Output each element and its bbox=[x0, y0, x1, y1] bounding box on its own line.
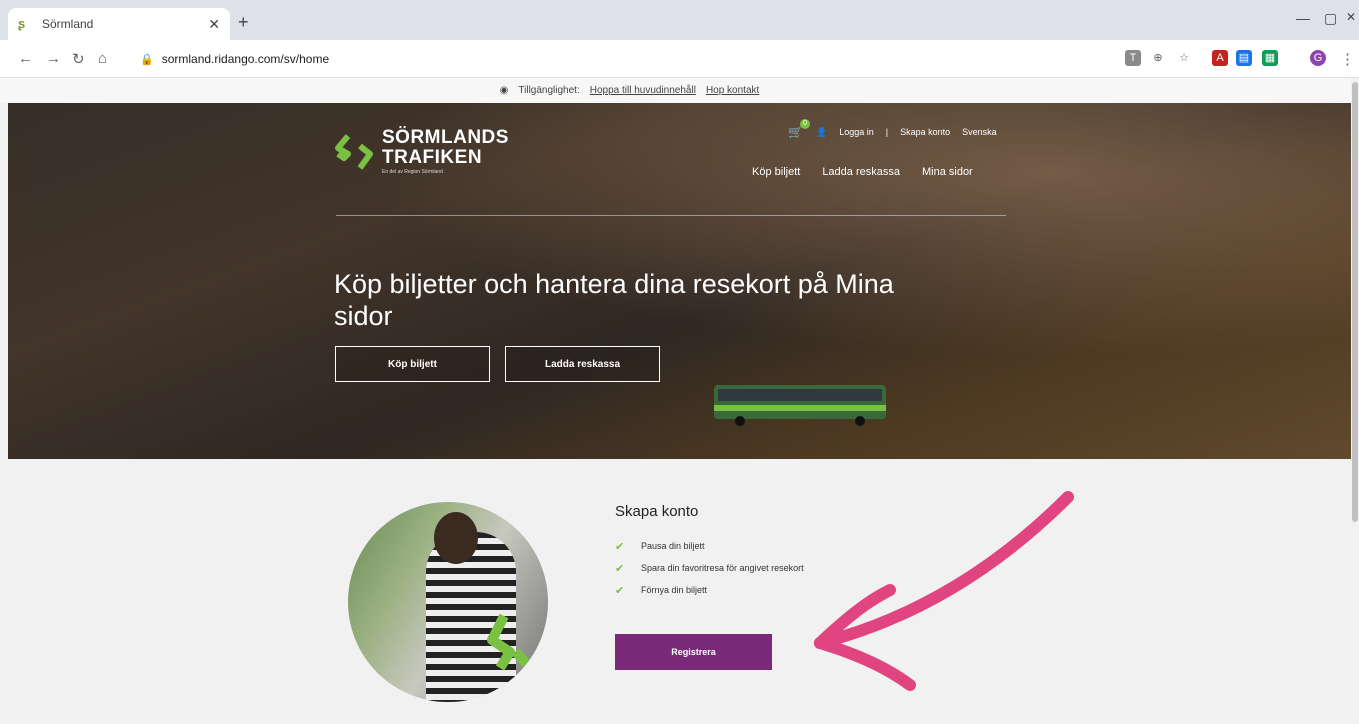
site-logo[interactable]: SÖRMLANDS TRAFIKEN En del av Region Sörm… bbox=[334, 128, 509, 176]
windows-extension-icon[interactable]: ▦ bbox=[1262, 50, 1278, 66]
address-bar[interactable]: 🔒 sormland.ridango.com/sv/home bbox=[140, 46, 1100, 72]
favicon-icon: ʂ bbox=[18, 16, 26, 31]
cart-icon[interactable]: 🛒 0 bbox=[788, 119, 810, 139]
benefit-text: Pausa din biljett bbox=[641, 541, 705, 551]
maximize-icon[interactable]: ▢ bbox=[1324, 10, 1337, 27]
tab-title: Sörmland bbox=[42, 17, 94, 31]
benefit-text: Förnya din biljett bbox=[641, 585, 708, 595]
logo-watermark-icon bbox=[487, 613, 535, 691]
close-tab-icon[interactable]: ✕ bbox=[208, 16, 220, 33]
hero-banner: SÖRMLANDS TRAFIKEN En del av Region Sörm… bbox=[8, 103, 1351, 459]
check-icon: ✔ bbox=[615, 562, 625, 575]
signup-section: Skapa konto ✔ Pausa din biljett ✔ Spara di… bbox=[8, 459, 1351, 724]
check-icon: ✔ bbox=[615, 540, 625, 553]
language-link[interactable]: Svenska bbox=[962, 127, 997, 137]
logo-mark-icon bbox=[335, 134, 373, 170]
logo-line2: TRAFIKEN bbox=[382, 147, 483, 168]
accessibility-bar: ◉ Tillgänglighet: Hoppa till huvudinnehå… bbox=[0, 78, 1359, 103]
nav-my-pages[interactable]: Mina sidor bbox=[922, 166, 973, 178]
browser-tab-bar: ʂ Sörmland ✕ + — ▢ ✕ bbox=[0, 0, 1359, 40]
window-close-icon[interactable]: ✕ bbox=[1346, 10, 1356, 24]
divider bbox=[336, 215, 1006, 216]
cart-badge: 0 bbox=[800, 119, 810, 129]
forward-icon[interactable]: → bbox=[46, 50, 61, 67]
skip-to-contact-link[interactable]: Hop kontakt bbox=[706, 85, 759, 96]
signup-title: Skapa konto bbox=[615, 503, 699, 520]
home-icon[interactable]: ⌂ bbox=[98, 50, 107, 67]
new-tab-icon[interactable]: + bbox=[238, 12, 249, 33]
logo-line1: SÖRMLANDS bbox=[382, 127, 509, 148]
buy-ticket-button[interactable]: Köp biljett bbox=[335, 346, 490, 382]
lock-icon: 🔒 bbox=[140, 53, 154, 66]
benefit-list: ✔ Pausa din biljett ✔ Spara din favoritres… bbox=[615, 535, 804, 601]
profile-avatar[interactable]: G bbox=[1310, 50, 1326, 66]
browser-tab[interactable]: ʂ Sörmland ✕ bbox=[8, 8, 230, 40]
nav-buy-ticket[interactable]: Köp biljett bbox=[752, 166, 800, 178]
separator: | bbox=[885, 127, 889, 137]
user-icon: 👤 bbox=[816, 126, 828, 137]
hero-headline: Köp biljetter och hantera dina resekort … bbox=[334, 269, 894, 331]
create-account-link[interactable]: Skapa konto bbox=[900, 127, 950, 137]
benefit-text: Spara din favoritresa för angivet reseko… bbox=[641, 563, 804, 573]
register-button[interactable]: Registrera bbox=[615, 634, 772, 670]
skip-to-main-link[interactable]: Hoppa till huvudinnehåll bbox=[590, 85, 696, 96]
accessibility-icon: ◉ bbox=[499, 85, 509, 96]
url-text: sormland.ridango.com/sv/home bbox=[161, 52, 330, 66]
browser-toolbar: ← → ↻ ⌂ 🔒 sormland.ridango.com/sv/home T… bbox=[0, 40, 1359, 78]
header-utility: 🛒 0 👤 Logga in | Skapa konto Svenska bbox=[788, 119, 997, 139]
zoom-icon[interactable]: ⊕ bbox=[1150, 50, 1166, 66]
scrollbar-thumb[interactable] bbox=[1352, 82, 1358, 522]
logo-tagline: En del av Region Sörmland bbox=[382, 169, 443, 175]
annotation-arrow-icon bbox=[814, 491, 1074, 691]
pdf-extension-icon[interactable]: A bbox=[1212, 50, 1228, 66]
bookmark-star-icon[interactable]: ☆ bbox=[1176, 50, 1192, 66]
menu-icon[interactable]: ⋮ bbox=[1340, 50, 1355, 68]
check-icon: ✔ bbox=[615, 584, 625, 597]
person-head bbox=[434, 512, 478, 564]
translate-icon[interactable]: T bbox=[1125, 50, 1141, 66]
main-nav: Köp biljett Ladda reskassa Mina sidor bbox=[752, 166, 973, 178]
benefit-item: ✔ Pausa din biljett bbox=[615, 535, 804, 557]
extension-icon[interactable]: ▤ bbox=[1236, 50, 1252, 66]
nav-load-travel-funds[interactable]: Ladda reskassa bbox=[822, 166, 900, 178]
login-link[interactable]: Logga in bbox=[839, 127, 874, 137]
minimize-icon[interactable]: — bbox=[1296, 10, 1310, 26]
woman-photo bbox=[348, 502, 548, 702]
page-scrollbar[interactable] bbox=[1351, 78, 1359, 724]
accessibility-label: Tillgänglighet: bbox=[518, 85, 580, 96]
load-travel-funds-button[interactable]: Ladda reskassa bbox=[505, 346, 660, 382]
back-icon[interactable]: ← bbox=[18, 50, 33, 67]
benefit-item: ✔ Förnya din biljett bbox=[615, 579, 804, 601]
reload-icon[interactable]: ↻ bbox=[72, 50, 85, 68]
benefit-item: ✔ Spara din favoritresa för angivet resek… bbox=[615, 557, 804, 579]
bus-image bbox=[714, 385, 886, 426]
